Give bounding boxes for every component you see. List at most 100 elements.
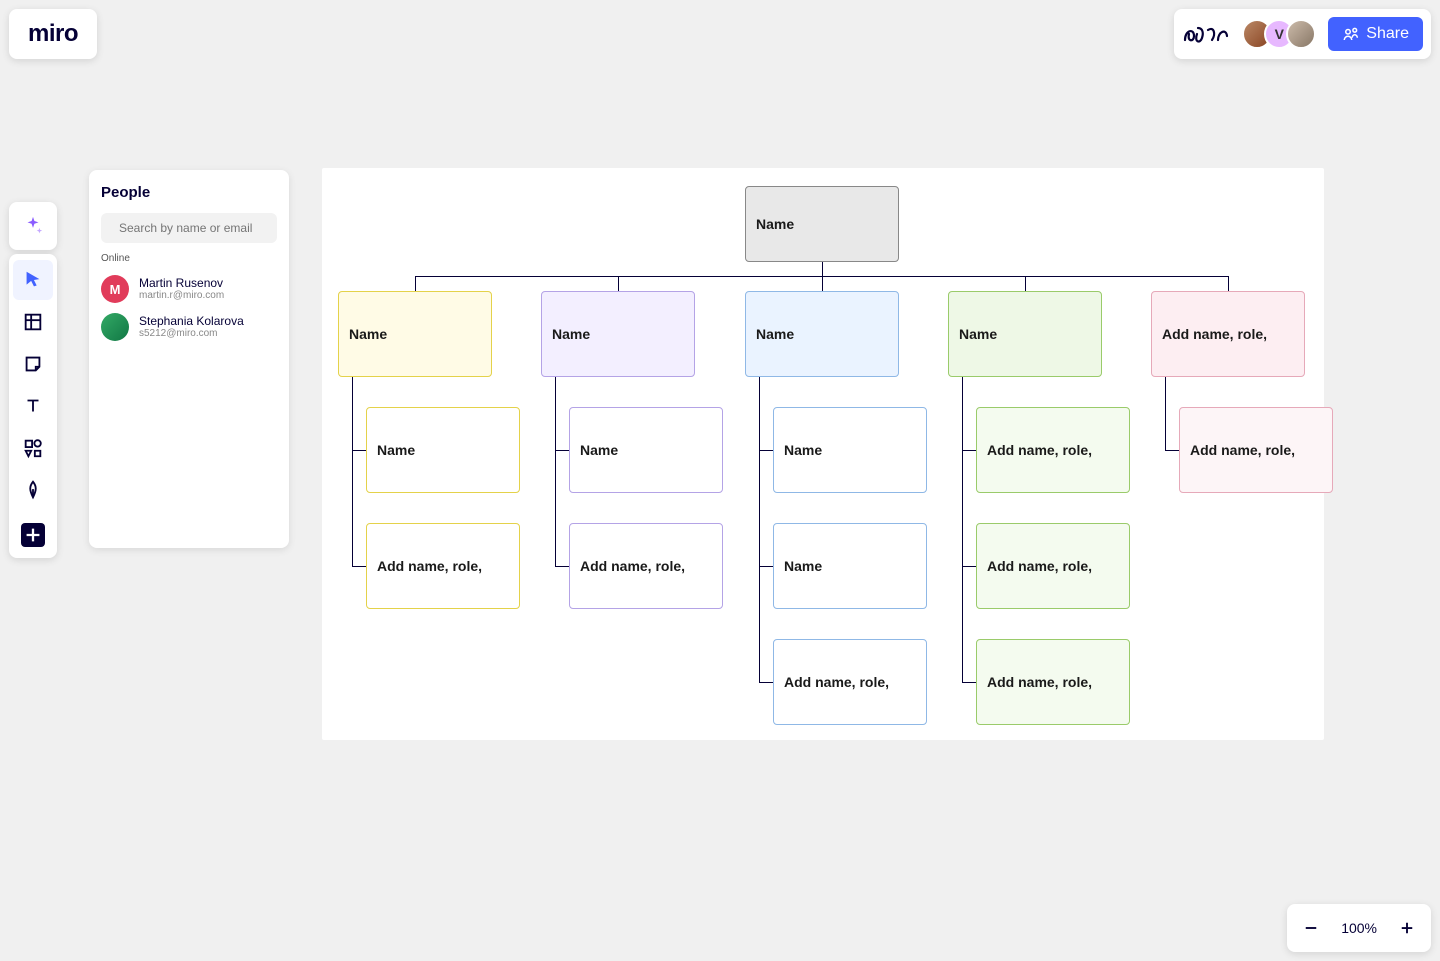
sticky-note-icon (22, 353, 44, 375)
cursor-icon (22, 269, 44, 291)
node-label: Add name, role, (377, 558, 482, 574)
zoom-in-button[interactable] (1395, 916, 1419, 940)
top-right-bar: V Share (1174, 9, 1431, 59)
connector-line (759, 450, 773, 451)
tool-ai[interactable] (9, 202, 57, 250)
connector-line (962, 566, 976, 567)
connector-line (415, 276, 416, 291)
node-label: Name (552, 326, 590, 342)
tool-text[interactable] (13, 386, 53, 426)
person-avatar (101, 313, 129, 341)
org-node-branch-head[interactable]: Name (948, 291, 1102, 377)
node-label: Add name, role, (580, 558, 685, 574)
plus-icon (1398, 919, 1416, 937)
frame-icon (22, 311, 44, 333)
shapes-icon (22, 437, 44, 459)
connector-line (962, 450, 976, 451)
person-name: Martin Rusenov (139, 277, 224, 290)
connector-line (759, 566, 773, 567)
tool-sticky[interactable] (13, 344, 53, 384)
node-label: Name (784, 558, 822, 574)
share-icon (1342, 25, 1360, 43)
org-node-child[interactable]: Name (366, 407, 520, 493)
connector-line (555, 450, 569, 451)
node-label: Name (959, 326, 997, 342)
text-icon (22, 395, 44, 417)
connector-line (555, 377, 556, 566)
connector-line (1165, 377, 1166, 450)
zoom-controls: 100% (1287, 904, 1431, 952)
node-label: Name (756, 326, 794, 342)
app-logo[interactable]: miro (9, 9, 97, 59)
node-label: Add name, role, (987, 674, 1092, 690)
org-node-branch-head[interactable]: Name (338, 291, 492, 377)
online-section-label: Online (101, 253, 277, 264)
node-label: Name (580, 442, 618, 458)
org-node-child[interactable]: Add name, role, (976, 407, 1130, 493)
node-label: Name (377, 442, 415, 458)
org-node-child[interactable]: Add name, role, (1179, 407, 1333, 493)
person-email: martin.r@miro.com (139, 290, 224, 301)
plus-icon (21, 523, 45, 547)
node-label: Add name, role, (784, 674, 889, 690)
zoom-out-button[interactable] (1299, 916, 1323, 940)
connector-line (1025, 276, 1026, 291)
org-node-child[interactable]: Add name, role, (976, 523, 1130, 609)
org-node-child[interactable]: Add name, role, (569, 523, 723, 609)
node-label: Name (756, 216, 794, 232)
org-node-child[interactable]: Add name, role, (366, 523, 520, 609)
org-node-child[interactable]: Name (773, 407, 927, 493)
pen-icon (22, 479, 44, 501)
org-node-branch-head[interactable]: Add name, role, (1151, 291, 1305, 377)
org-node-child[interactable]: Add name, role, (976, 639, 1130, 725)
connector-line (555, 566, 569, 567)
node-label: Add name, role, (987, 442, 1092, 458)
connector-line (962, 682, 976, 683)
person-name: Stephania Kolarova (139, 315, 244, 328)
share-button-label: Share (1366, 25, 1409, 43)
connector-line (759, 682, 773, 683)
person-row[interactable]: Stephania Kolarovas5212@miro.com (101, 308, 277, 346)
share-button[interactable]: Share (1328, 17, 1423, 51)
tool-frame[interactable] (13, 302, 53, 342)
tool-shapes[interactable] (13, 428, 53, 468)
collaborator-avatars[interactable]: V (1242, 19, 1316, 49)
connector-line (822, 262, 823, 276)
connector-line (352, 377, 353, 566)
org-node-child[interactable]: Name (569, 407, 723, 493)
connector-line (618, 276, 619, 291)
org-node-branch-head[interactable]: Name (541, 291, 695, 377)
org-node-child[interactable]: Name (773, 523, 927, 609)
people-search[interactable] (101, 213, 277, 243)
collaborator-avatar[interactable] (1286, 19, 1316, 49)
connector-line (1228, 276, 1229, 291)
people-panel-title: People (101, 184, 277, 201)
minus-icon (1302, 919, 1320, 937)
node-label: Add name, role, (987, 558, 1092, 574)
people-panel: People Online M Martin Rusenovmartin.r@mi… (89, 170, 289, 548)
node-label: Name (784, 442, 822, 458)
node-label: Add name, role, (1190, 442, 1295, 458)
zoom-level[interactable]: 100% (1341, 920, 1377, 936)
org-node-root[interactable]: Name (745, 186, 899, 262)
connector-line (1165, 450, 1179, 451)
person-row[interactable]: M Martin Rusenovmartin.r@miro.com (101, 270, 277, 308)
connector-line (822, 276, 823, 291)
connector-line (352, 566, 366, 567)
connector-line (352, 450, 366, 451)
board-canvas[interactable]: Name Name Name Add name, role, Name Name Add n… (322, 168, 1324, 740)
tool-add[interactable] (13, 512, 53, 552)
org-node-child[interactable]: Add name, role, (773, 639, 927, 725)
person-avatar: M (101, 275, 129, 303)
connector-line (962, 377, 963, 682)
reactions-icon[interactable] (1182, 18, 1230, 50)
tool-pen[interactable] (13, 470, 53, 510)
left-toolbar (9, 254, 57, 558)
node-label: Name (349, 326, 387, 342)
org-node-branch-head[interactable]: Name (745, 291, 899, 377)
connector-line (759, 377, 760, 682)
people-search-input[interactable] (119, 221, 274, 235)
tool-select[interactable] (13, 260, 53, 300)
person-email: s5212@miro.com (139, 328, 244, 339)
node-label: Add name, role, (1162, 326, 1267, 342)
